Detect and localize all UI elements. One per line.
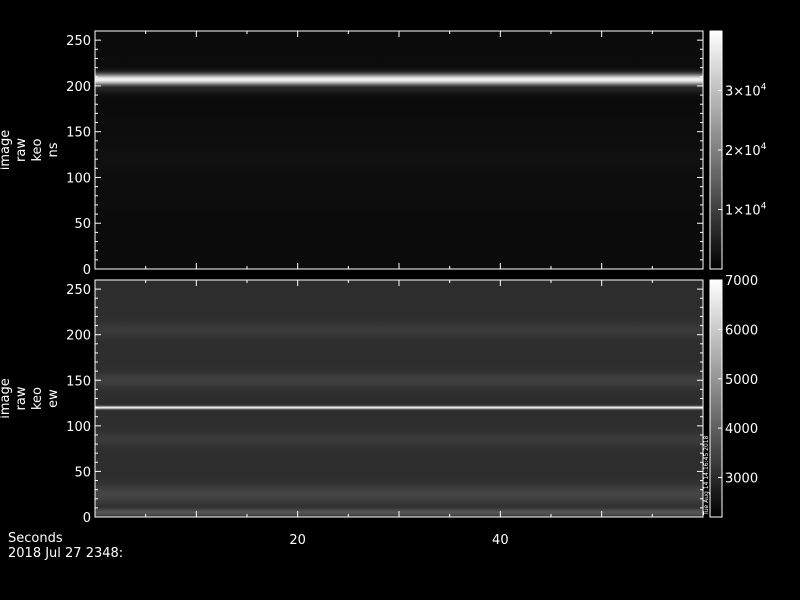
colorbar-tick-label: 4000 (725, 422, 758, 437)
colorbar-tick-label: 6000 (725, 323, 758, 338)
y-tick-label: 0 (83, 263, 91, 278)
colorbar-tick-label: 3×104 (725, 83, 767, 100)
y-tick-label: 0 (83, 511, 91, 526)
y-tick-label: 50 (74, 217, 91, 232)
x-tick-label: 20 (289, 533, 306, 548)
y-tick-label: 200 (66, 80, 91, 95)
y-axis-label-line: keo (30, 387, 45, 410)
x-axis-title: Seconds (8, 531, 63, 546)
colorbar (710, 280, 722, 517)
colorbar-side-text: Tue Aug 14 14:16:45 2018 (703, 435, 710, 516)
y-tick-label: 250 (66, 34, 91, 49)
y-tick-label: 250 (66, 283, 91, 298)
heatmap-image (95, 280, 703, 517)
y-tick-label: 50 (74, 465, 91, 480)
y-axis-label-line: image (0, 130, 13, 171)
y-tick-label: 150 (66, 126, 91, 141)
x-tick-label: 40 (492, 533, 509, 548)
y-axis-label-line: raw (14, 138, 29, 162)
colorbar-tick-label: 5000 (725, 373, 758, 388)
y-axis-label-line: raw (14, 386, 29, 410)
y-axis-label-line: keo (30, 138, 45, 161)
y-axis-label-line: ns (46, 142, 61, 157)
y-axis-label-line: ew (46, 389, 61, 408)
keogram-figure: 050100150200250image raw keo ns1×1042×1043×… (0, 30, 767, 548)
colorbar-tick-label: 2×104 (725, 142, 767, 159)
timestamp-label: 2018 Jul 27 2348: (8, 546, 124, 561)
y-tick-label: 100 (66, 171, 91, 186)
panel-2: 0 50 100 150 200 250 image raw keo ew 3000 4000 5000… (0, 274, 758, 526)
y-tick-label: 100 (66, 420, 91, 435)
colorbar-tick-label: 7000 (725, 274, 758, 289)
panel-1: 0 50 100 150 200 250 image raw keo ns 1×104 2×104 3×… (0, 30, 767, 278)
heatmap-image (95, 31, 703, 269)
y-tick-label: 150 (66, 374, 91, 389)
colorbar-tick-label: 3000 (725, 472, 758, 487)
colorbar-tick-label: 1×104 (725, 202, 767, 219)
y-tick-label: 200 (66, 329, 91, 344)
y-axis-label-line: image (0, 378, 13, 419)
